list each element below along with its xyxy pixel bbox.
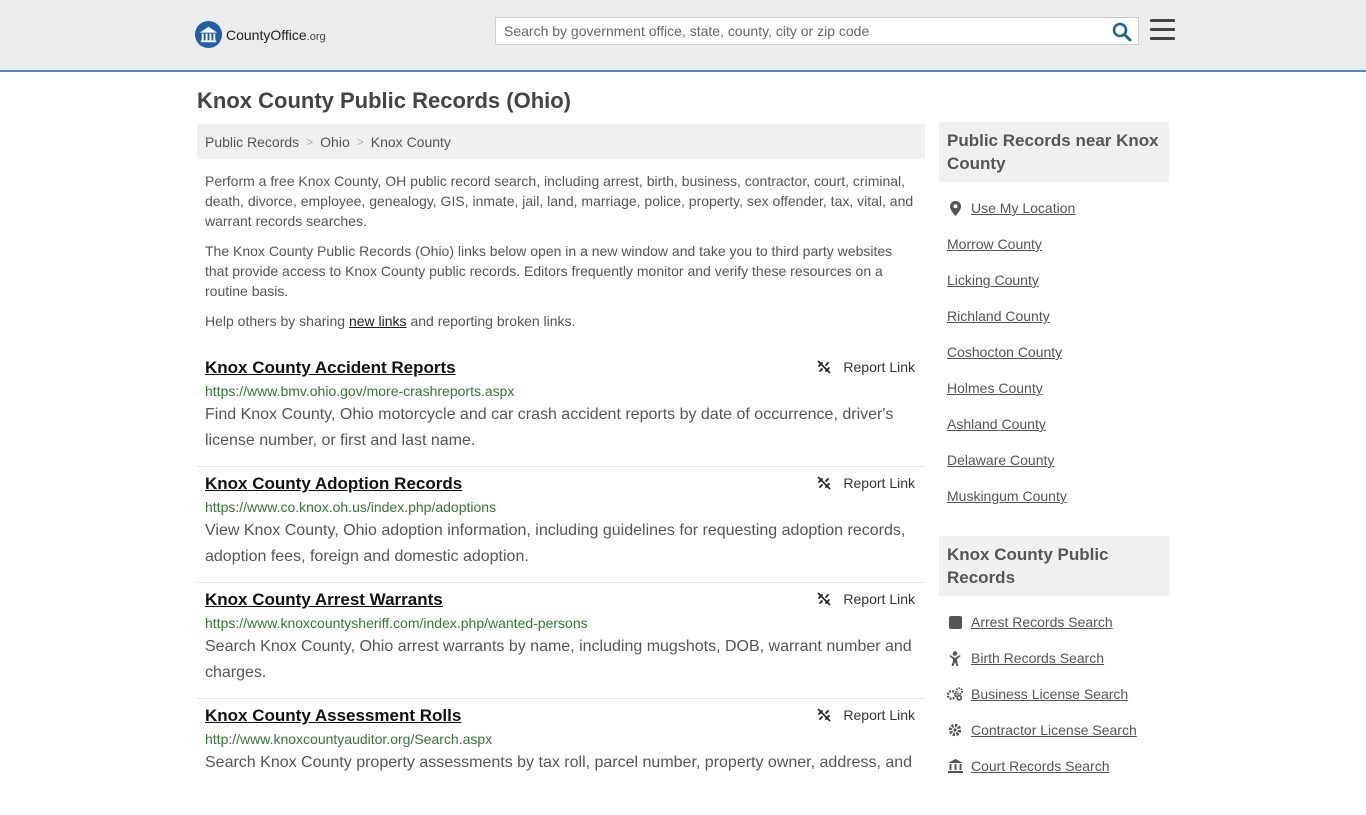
report-link-button[interactable]: Report Link [817,359,915,375]
business-license-search-link[interactable]: Business License Search [971,686,1128,702]
report-link-button[interactable]: Report Link [817,707,915,723]
record-title-link[interactable]: Knox County Assessment Rolls [205,706,461,726]
county-records-list: Arrest Records Search Birth Records Sear… [939,604,1169,784]
report-link-label: Report Link [843,591,915,607]
breadcrumb-public-records[interactable]: Public Records [205,134,299,150]
record-description: Search Knox County property assessments … [205,754,913,771]
site-logo[interactable]: CountyOffice.org [194,20,326,49]
record-search-item: Court Records Search [939,748,1169,784]
logo-main: CountyOffice [226,26,307,43]
baby-icon [947,650,963,666]
broken-link-icon [817,592,831,606]
intro-paragraph-2: The Knox County Public Records (Ohio) li… [205,243,893,299]
broken-link-icon [817,708,831,722]
record-item: Knox County Accident Reports https://www… [197,351,925,467]
nearby-county-item: Ashland County [939,406,1169,442]
record-search-item: Arrest Records Search [939,604,1169,640]
record-item: Knox County Assessment Rolls http://www.… [197,699,925,815]
birth-records-search-link[interactable]: Birth Records Search [971,650,1104,666]
intro-paragraph-3: Help others by sharing new links and rep… [197,311,925,331]
nearby-county-link-licking[interactable]: Licking County [947,272,1039,288]
record-item: Knox County Adoption Records https://www… [197,467,925,583]
contractor-license-search-link[interactable]: Contractor License Search [971,722,1137,738]
intro-p3-before: Help others by sharing [205,313,349,329]
broken-link-icon [817,360,831,374]
nearby-records-panel: Public Records near Knox County Use My L… [939,122,1169,514]
site-header: CountyOffice.org [0,0,1366,72]
intro-p3-after: and reporting broken links. [406,313,576,329]
nearby-county-item: Delaware County [939,442,1169,478]
nearby-county-link-holmes[interactable]: Holmes County [947,380,1043,396]
record-url: https://www.bmv.ohio.gov/more-crashrepor… [205,383,515,399]
intro-text: Perform a free Knox County, OH public re… [197,171,925,331]
county-records-heading: Knox County Public Records [939,536,1169,596]
nearby-county-item: Licking County [939,262,1169,298]
intro-paragraph-1: Perform a free Knox County, OH public re… [205,173,914,229]
breadcrumb-separator-icon: > [306,134,314,149]
nearby-records-heading: Public Records near Knox County [939,122,1169,182]
courthouse-icon [947,759,963,773]
nearby-county-item: Holmes County [939,370,1169,406]
nearby-county-item: Richland County [939,298,1169,334]
nearby-county-link-richland[interactable]: Richland County [947,308,1050,324]
gear-icon [947,723,963,737]
record-item: Knox County Arrest Warrants https://www.… [197,583,925,699]
record-description: View Knox County, Ohio adoption informat… [205,522,906,565]
record-title-link[interactable]: Knox County Adoption Records [205,474,462,494]
hamburger-menu-icon[interactable] [1150,19,1175,41]
record-description: Find Knox County, Ohio motorcycle and ca… [205,406,894,449]
breadcrumb-separator-icon: > [356,134,364,149]
search-box [495,17,1139,45]
nearby-county-link-muskingum[interactable]: Muskingum County [947,488,1067,504]
search-input[interactable] [496,18,1112,44]
breadcrumb: Public Records > Ohio > Knox County [197,124,925,159]
map-marker-icon [947,200,963,216]
report-link-label: Report Link [843,475,915,491]
county-office-logo-icon [194,20,223,49]
logo-text: CountyOffice.org [226,27,326,43]
new-links-link[interactable]: new links [349,313,407,329]
breadcrumb-ohio[interactable]: Ohio [320,134,350,150]
record-description: Search Knox County, Ohio arrest warrants… [205,638,912,681]
arrest-records-search-link[interactable]: Arrest Records Search [971,614,1113,630]
report-link-label: Report Link [843,707,915,723]
record-title-link[interactable]: Knox County Accident Reports [205,358,456,378]
county-records-panel: Knox County Public Records Arrest Record… [939,536,1169,784]
main-content: Public Records > Ohio > Knox County Perf… [197,124,925,815]
page-title: Knox County Public Records (Ohio) [197,88,572,113]
nearby-county-item: Muskingum County [939,478,1169,514]
nearby-county-link-delaware[interactable]: Delaware County [947,452,1054,468]
record-title-link[interactable]: Knox County Arrest Warrants [205,590,443,610]
report-link-button[interactable]: Report Link [817,591,915,607]
nearby-county-link-coshocton[interactable]: Coshocton County [947,344,1062,360]
nearby-county-link-morrow[interactable]: Morrow County [947,236,1042,252]
nearby-county-list: Use My Location Morrow County Licking Co… [939,190,1169,514]
nearby-county-item: Coshocton County [939,334,1169,370]
record-search-item: Contractor License Search [939,712,1169,748]
use-my-location-item: Use My Location [939,190,1169,226]
record-search-item: Birth Records Search [939,640,1169,676]
court-records-search-link[interactable]: Court Records Search [971,758,1110,774]
record-url: https://www.co.knox.oh.us/index.php/adop… [205,499,497,515]
square-icon [947,615,963,629]
record-url: https://www.knoxcountysheriff.com/index.… [205,615,588,631]
logo-tld: .org [306,30,326,43]
breadcrumb-knox-county[interactable]: Knox County [371,134,451,150]
record-url: http://www.knoxcountyauditor.org/Search.… [205,731,493,747]
use-my-location-link[interactable]: Use My Location [971,200,1075,216]
report-link-label: Report Link [843,359,915,375]
nearby-county-link-ashland[interactable]: Ashland County [947,416,1046,432]
search-icon[interactable] [1112,22,1132,42]
gears-icon [947,687,963,701]
nearby-county-item: Morrow County [939,226,1169,262]
report-link-button[interactable]: Report Link [817,475,915,491]
record-search-item: Business License Search [939,676,1169,712]
broken-link-icon [817,476,831,490]
